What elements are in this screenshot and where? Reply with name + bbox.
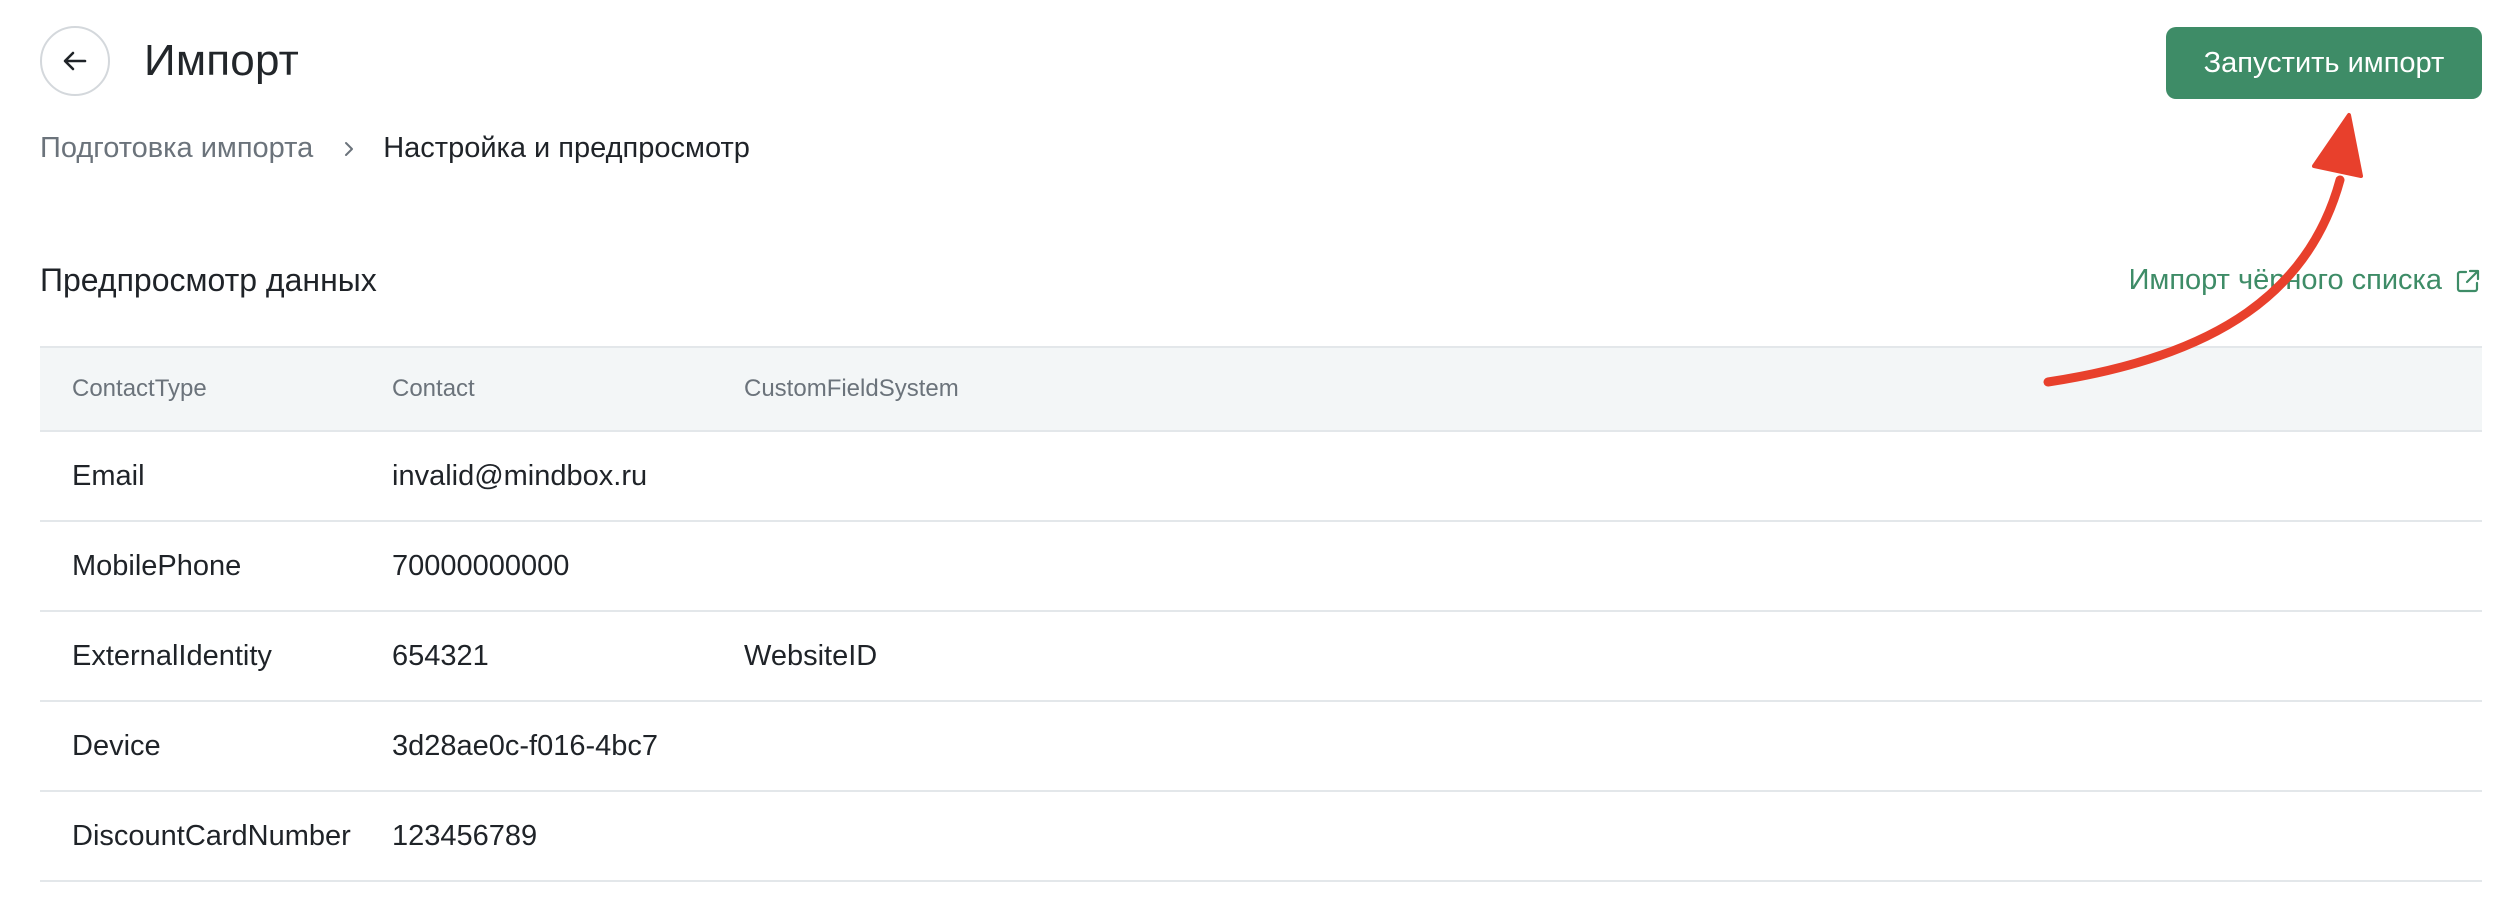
breadcrumb: Подготовка импорта Настройка и предпросм…: [40, 132, 750, 165]
table-cell: 70000000000: [392, 549, 570, 582]
back-button[interactable]: [40, 26, 110, 96]
arrow-left-icon: [63, 51, 87, 71]
table-cell: WebsiteID: [744, 639, 878, 672]
external-link-icon: [2454, 267, 2482, 295]
preview-table: ContactType Contact CustomFieldSystem Em…: [40, 346, 2482, 882]
table-cell: 3d28ae0c-f016-4bc7: [392, 729, 659, 762]
blacklist-link-label: Импорт чёрного списка: [2128, 264, 2442, 296]
table-header: ContactType Contact CustomFieldSystem: [40, 348, 2482, 432]
table-cell: Device: [72, 729, 161, 762]
table-cell: ExternalIdentity: [72, 639, 272, 672]
run-import-button[interactable]: Запустить импорт: [2166, 27, 2482, 99]
table-cell: 123456789: [392, 819, 538, 852]
table-row: ExternalIdentity 654321 WebsiteID: [40, 612, 2482, 702]
page-title: Импорт: [144, 36, 300, 85]
table-cell: MobilePhone: [72, 549, 242, 582]
table-row: Device 3d28ae0c-f016-4bc7: [40, 702, 2482, 792]
table-cell: Email: [72, 459, 145, 492]
breadcrumb-item-current: Настройка и предпросмотр: [383, 132, 750, 164]
table-row: DiscountCardNumber 123456789: [40, 792, 2482, 882]
column-header: ContactType: [72, 375, 207, 402]
table-cell: DiscountCardNumber: [72, 819, 351, 852]
import-page: Импорт Запустить импорт Подготовка импор…: [0, 0, 2504, 924]
column-header: Contact: [392, 375, 475, 402]
table-row: Email invalid@mindbox.ru: [40, 432, 2482, 522]
chevron-right-icon: [343, 140, 355, 158]
section-title: Предпросмотр данных: [40, 262, 377, 298]
table-cell: 654321: [392, 639, 489, 672]
breadcrumb-item-prepare[interactable]: Подготовка импорта: [40, 132, 313, 165]
table-cell: invalid@mindbox.ru: [392, 459, 648, 492]
table-row: MobilePhone 70000000000: [40, 522, 2482, 612]
column-header: CustomFieldSystem: [744, 375, 959, 402]
blacklist-import-link[interactable]: Импорт чёрного списка: [2129, 264, 2482, 297]
page-header: Импорт: [40, 26, 299, 96]
